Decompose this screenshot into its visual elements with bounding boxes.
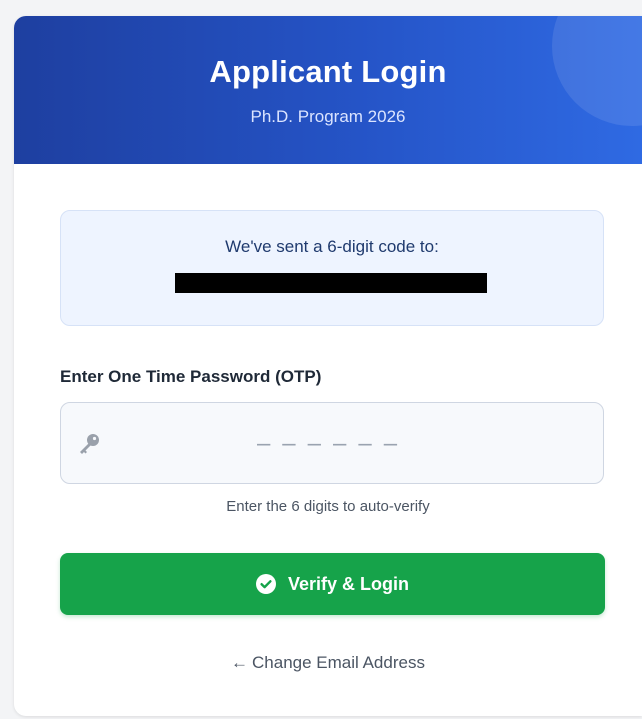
otp-label: Enter One Time Password (OTP) — [60, 367, 322, 386]
check-circle-icon — [255, 574, 276, 594]
login-card: Applicant Login Ph.D. Program 2026 We've… — [14, 16, 642, 716]
otp-field[interactable] — [60, 402, 604, 485]
otp-sent-notice: We've sent a 6-digit code to: — [60, 210, 604, 326]
login-header: Applicant Login Ph.D. Program 2026 — [14, 16, 642, 164]
verify-login-label: Verify & Login — [287, 573, 410, 594]
otp-hint: Enter the 6 digits to auto-verify — [226, 498, 430, 515]
otp-sent-message: We've sent a 6-digit code to: — [225, 237, 439, 256]
program-subtitle: Ph.D. Program 2026 — [250, 107, 406, 126]
change-email-label: Change Email Address — [252, 653, 425, 672]
arrow-left-icon: ← — [231, 653, 249, 672]
redacted-email — [175, 273, 487, 293]
change-email-link[interactable]: ← Change Email Address — [14, 653, 642, 673]
otp-input[interactable] — [121, 403, 545, 485]
key-icon — [80, 434, 99, 454]
page-title: Applicant Login — [209, 54, 447, 89]
verify-login-button[interactable]: Verify & Login — [60, 553, 605, 615]
